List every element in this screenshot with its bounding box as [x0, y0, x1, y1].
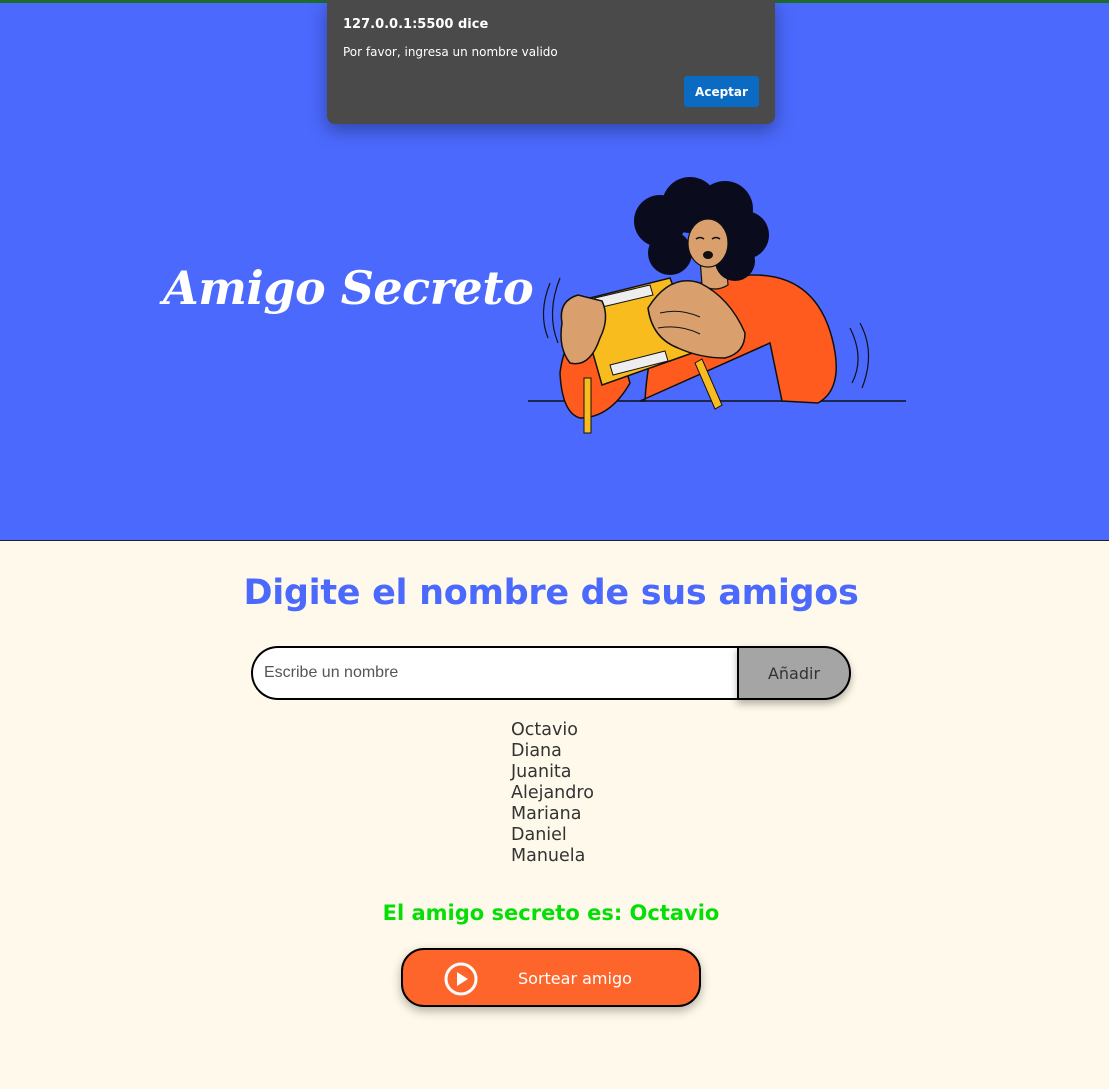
secret-friend-result: El amigo secreto es: Octavio [382, 901, 720, 925]
section-heading: Digite el nombre de sus amigos [243, 573, 859, 613]
friend-list-item: Daniel [511, 825, 567, 845]
friend-list-item: Manuela [511, 846, 586, 866]
friend-input-group: Añadir [251, 646, 851, 700]
friend-list-item: Juanita [511, 762, 572, 782]
friend-list: Octavio Diana Juanita Alejandro Mariana … [511, 720, 594, 867]
draw-button-label: Sortear amigo [518, 969, 632, 988]
alert-message: Por favor, ingresa un nombre valido [343, 45, 558, 59]
gift-illustration [528, 177, 906, 434]
friend-list-item: Alejandro [511, 783, 594, 803]
browser-alert-dialog: 127.0.0.1:5500 dice Por favor, ingresa u… [327, 0, 775, 124]
friend-list-item: Octavio [511, 720, 578, 740]
alert-accept-button[interactable]: Aceptar [684, 76, 759, 107]
play-circle-icon [444, 962, 478, 996]
app-title: Amigo Secreto [163, 261, 534, 315]
alert-origin: 127.0.0.1:5500 dice [343, 17, 489, 32]
draw-friend-button[interactable]: Sortear amigo [401, 948, 701, 1007]
friend-list-item: Mariana [511, 804, 582, 824]
friend-name-input[interactable] [251, 646, 739, 700]
add-friend-button[interactable]: Añadir [737, 646, 851, 700]
friend-list-item: Diana [511, 741, 562, 761]
